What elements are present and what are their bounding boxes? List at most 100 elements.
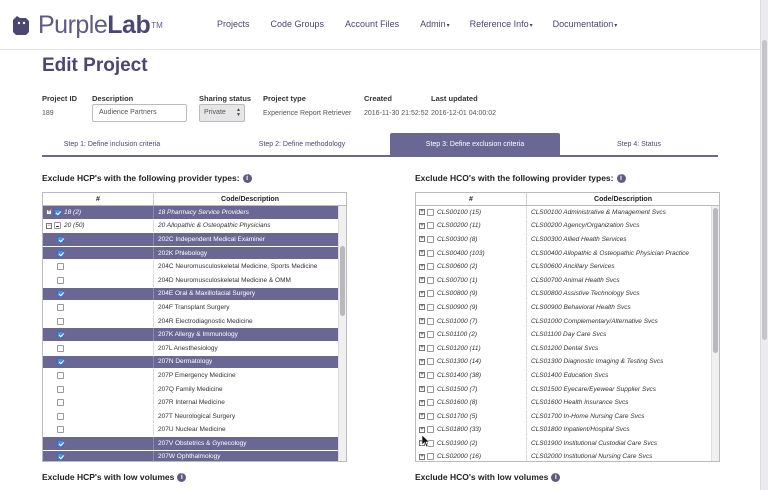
column-header-code[interactable]: Code/Description (154, 193, 346, 205)
row-checkbox[interactable] (427, 385, 434, 393)
info-icon[interactable]: i (242, 173, 252, 183)
table-row[interactable]: + CLS00300 (8) CLS00300 Allied Health Serv… (416, 233, 719, 247)
row-checkbox[interactable] (57, 453, 64, 461)
expand-icon[interactable]: + (419, 413, 425, 420)
table-row[interactable]: + CLS02000 (16) CLS02000 Institutional Nur… (416, 450, 719, 461)
table-row[interactable]: 207U Nuclear Medicine (43, 423, 346, 438)
expand-icon[interactable]: + (419, 426, 425, 433)
table-row[interactable]: + CLS01100 (2) CLS01100 Day Care Svcs (416, 328, 719, 342)
info-icon[interactable]: i (616, 173, 626, 183)
row-checkbox[interactable] (427, 331, 434, 339)
table-row[interactable]: 204D Neuromusculoskeletal Medicine & OMM (43, 273, 346, 288)
expand-icon[interactable]: + (419, 250, 425, 257)
scrollbar-thumb[interactable] (340, 246, 345, 316)
row-checkbox[interactable] (427, 371, 434, 379)
row-checkbox[interactable] (427, 290, 434, 298)
expand-icon[interactable]: + (419, 222, 425, 229)
row-checkbox[interactable] (57, 331, 64, 339)
expand-icon[interactable]: + (419, 386, 425, 393)
row-checkbox[interactable] (427, 276, 434, 284)
column-header-code[interactable]: Code/Description (527, 193, 719, 205)
table-row[interactable]: +18 (2) 18 Pharmacy Service Providers (43, 206, 346, 220)
nav-code-groups[interactable]: Code Groups (271, 19, 326, 29)
table-row[interactable]: − 20 (50) 20 Allopathic & Osteopathic Phys… (43, 219, 346, 234)
row-checkbox[interactable] (57, 290, 64, 298)
page-scrollbar[interactable] (760, 0, 768, 490)
nav-admin[interactable]: Admin▾ (420, 19, 450, 29)
expand-icon[interactable]: + (419, 209, 425, 216)
table-row[interactable]: + CLS01200 (11) CLS01200 Dental Svcs (416, 341, 719, 356)
table-row[interactable]: + CLS01500 (7) CLS01500 Eyecare/Eyewear Su… (416, 382, 719, 397)
table-row[interactable]: + CLS00800 (9) CLS00800 Assistive Technolo… (416, 287, 719, 302)
expand-icon[interactable]: + (419, 290, 425, 297)
row-checkbox[interactable] (427, 344, 434, 352)
table-row[interactable]: 207P Emergency Medicine (43, 369, 346, 383)
nav-account-files[interactable]: Account Files (345, 19, 400, 29)
column-header-number[interactable]: # (416, 193, 527, 205)
row-checkbox[interactable] (427, 263, 434, 271)
table-row[interactable]: 207R Internal Medicine (43, 396, 346, 410)
nav-projects[interactable]: Projects (217, 19, 251, 29)
expand-icon[interactable]: + (419, 236, 425, 243)
nav-documentation[interactable]: Documentation▾ (553, 19, 618, 29)
row-checkbox[interactable] (427, 303, 434, 311)
sharing-status-select[interactable]: Private ▲ ▼ (199, 104, 245, 122)
table-row[interactable]: + CLS01300 (14) CLS01300 Diagnostic Imagin… (416, 355, 719, 370)
row-checkbox[interactable] (57, 263, 64, 271)
table-row[interactable]: + CLS00600 (2) CLS00600 Ancillary Services (416, 260, 719, 274)
column-header-number[interactable]: # (43, 193, 154, 205)
row-checkbox[interactable] (427, 249, 434, 257)
row-checkbox[interactable] (427, 412, 434, 420)
table-row[interactable]: 207K Allergy & Immunology (43, 328, 346, 342)
table-row[interactable]: 207Q Family Medicine (43, 382, 346, 397)
table-row[interactable]: + CLS00100 (15) CLS00100 Administrative & … (416, 206, 719, 220)
row-checkbox[interactable] (57, 426, 64, 434)
expand-icon[interactable]: + (419, 263, 425, 270)
expand-icon[interactable]: + (419, 331, 425, 338)
expand-icon[interactable]: + (419, 304, 425, 311)
row-checkbox[interactable] (57, 412, 64, 420)
table-row[interactable]: + CLS01400 (38) CLS01400 Education Svcs (416, 369, 719, 383)
row-checkbox[interactable] (57, 385, 64, 393)
info-icon[interactable]: i (551, 472, 561, 482)
row-checkbox[interactable] (57, 276, 64, 284)
table-row[interactable]: 202C Independent Medical Examiner (43, 233, 346, 247)
row-checkbox[interactable] (57, 358, 64, 366)
expand-icon[interactable]: + (419, 372, 425, 379)
tab-step-4[interactable]: Step 4: Status (560, 133, 718, 155)
expand-icon[interactable]: + (419, 345, 425, 352)
table-row[interactable]: + CLS00400 (103) CLS00400 Allopathic & Ost… (416, 246, 719, 261)
row-checkbox[interactable] (427, 453, 434, 461)
page-scrollbar-thumb[interactable] (762, 40, 767, 340)
row-checkbox[interactable] (57, 371, 64, 379)
row-checkbox[interactable] (57, 344, 64, 352)
table-row[interactable]: 204C Neuromusculoskeletal Medicine, Spor… (43, 260, 346, 274)
expand-icon[interactable]: + (46, 209, 52, 216)
table-row[interactable]: 204R Electrodiagnostic Medicine (43, 314, 346, 329)
expand-icon[interactable]: + (419, 277, 425, 284)
row-checkbox[interactable] (54, 208, 61, 216)
row-checkbox[interactable] (57, 439, 64, 447)
grid-scrollbar[interactable] (711, 206, 719, 461)
row-checkbox[interactable] (427, 399, 434, 407)
row-checkbox[interactable] (427, 208, 434, 216)
table-row[interactable]: +CLS01900 (2) CLS01900 Institutional Cust… (416, 437, 719, 451)
row-checkbox[interactable] (57, 235, 64, 243)
tab-step-2[interactable]: Step 2: Define methodology (217, 133, 387, 155)
scrollbar-thumb[interactable] (713, 208, 718, 353)
table-row[interactable]: 202K Phlebology (43, 246, 346, 261)
row-checkbox[interactable] (57, 399, 64, 407)
row-checkbox[interactable] (427, 358, 434, 366)
table-row[interactable]: 207L Anesthesiology (43, 341, 346, 356)
tab-step-3[interactable]: Step 3: Define exclusion criteria (390, 133, 560, 155)
row-checkbox[interactable] (427, 317, 434, 325)
row-checkbox[interactable] (57, 303, 64, 311)
row-checkbox[interactable] (57, 249, 64, 257)
table-row[interactable]: + CLS00700 (1) CLS00700 Animal Health Svcs (416, 273, 719, 288)
table-row[interactable]: 204F Transplant Surgery (43, 301, 346, 315)
logo[interactable]: PurpleLab TM (8, 10, 163, 40)
table-row[interactable]: 207N Dermatology (43, 355, 346, 370)
expand-icon[interactable]: + (419, 318, 425, 325)
expand-icon[interactable]: + (419, 358, 425, 365)
tab-step-1[interactable]: Step 1: Define inclusion criteria (42, 133, 182, 155)
